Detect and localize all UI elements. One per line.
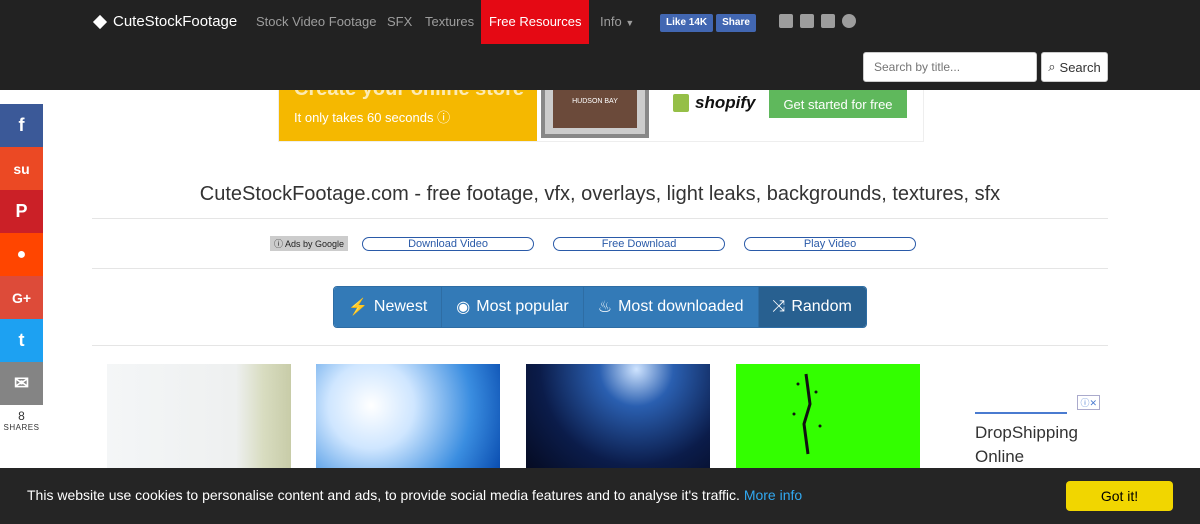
divider xyxy=(92,268,1108,269)
sort-newest-button[interactable]: ⚡ Newest xyxy=(334,287,443,327)
email-icon: ✉ xyxy=(13,373,30,393)
ads-by-google-label[interactable]: ⓘ Ads by Google xyxy=(270,236,349,251)
lightning-icon: ⚡ xyxy=(348,299,368,316)
ad-headline: Create your online store xyxy=(294,90,524,101)
sort-most-popular-button[interactable]: ◉ Most popular xyxy=(442,287,584,327)
nav-free-resources[interactable]: Free Resources xyxy=(481,0,590,44)
share-twitter-button[interactable]: t xyxy=(0,319,43,362)
social-links xyxy=(779,14,856,28)
nav-textures[interactable]: Textures xyxy=(425,0,474,44)
facebook-icon: f xyxy=(18,115,25,135)
caret-down-icon: ▼ xyxy=(625,18,635,28)
brand-name: CuteStockFootage xyxy=(113,13,238,30)
diamond-icon xyxy=(92,14,108,29)
share-count: 8 xyxy=(18,409,25,423)
search-button-label: Search xyxy=(1059,59,1101,75)
twitter-icon: t xyxy=(18,330,25,350)
share-stumbleupon-button[interactable]: su xyxy=(0,147,43,190)
magnifier-icon: ⌕ xyxy=(1048,59,1056,74)
pinterest-icon[interactable] xyxy=(842,14,856,28)
facebook-icon[interactable] xyxy=(779,14,793,28)
stumbleupon-icon: su xyxy=(13,160,30,177)
video-thumbnail[interactable] xyxy=(107,364,291,468)
nav-stock-video-footage[interactable]: Stock Video Footage xyxy=(256,0,376,44)
nav-info-label: Info xyxy=(600,14,622,29)
share-facebook-button[interactable]: f xyxy=(0,104,43,147)
video-thumbnail[interactable] xyxy=(736,364,920,468)
sort-most-downloaded-button[interactable]: ♨ Most downloaded xyxy=(583,287,759,327)
more-info-link[interactable]: More info xyxy=(744,487,802,503)
fb-like-button[interactable]: Like 14K xyxy=(660,14,714,32)
sort-random-label: Random xyxy=(791,298,852,315)
google-ad-links: ⓘ Ads by Google Download Video Free Down… xyxy=(270,236,935,251)
search-button[interactable]: ⌕ Search xyxy=(1041,52,1108,82)
ad-text: DropShipping Online xyxy=(975,423,1079,466)
particle-silhouette xyxy=(792,373,822,455)
eye-icon: ◉ xyxy=(456,299,471,316)
cookie-banner: This website use cookies to personalise … xyxy=(0,468,1200,524)
shopify-wordmark: shopify xyxy=(695,93,756,112)
dropshipping-ad[interactable]: ⓘ✕ DropShipping Online xyxy=(975,395,1100,469)
ad-subline: It only takes 60 seconds ⓘ xyxy=(294,110,451,125)
share-sidebar: f su P ● G+ t ✉ 8 SHARES xyxy=(0,104,43,432)
fire-icon: ♨ xyxy=(597,299,613,316)
laptop-screen-text: HUDSON BAY xyxy=(553,90,637,128)
page-title: CuteStockFootage.com - free footage, vfx… xyxy=(199,183,1001,205)
shopify-ad-banner[interactable]: Create your online store It only takes 6… xyxy=(278,90,924,142)
youtube-icon[interactable] xyxy=(800,14,814,28)
divider xyxy=(92,218,1108,219)
ad-close-icon[interactable]: ⓘ✕ xyxy=(1077,395,1100,410)
ad-link-play-video[interactable]: Play Video xyxy=(744,236,917,251)
ad-accent-line xyxy=(975,412,1067,414)
got-it-button[interactable]: Got it! xyxy=(1066,481,1173,511)
brand-logo[interactable]: CuteStockFootage xyxy=(92,13,238,30)
cookie-text-container: This website use cookies to personalise … xyxy=(27,487,802,503)
sort-most-popular-label: Most popular xyxy=(476,298,569,315)
sort-random-button[interactable]: ⤨ Random xyxy=(758,287,866,327)
nav-info-dropdown[interactable]: Info ▼ xyxy=(600,0,634,44)
cookie-message: This website use cookies to personalise … xyxy=(27,487,740,503)
shopping-bag-icon xyxy=(673,94,689,112)
sort-button-group: ⚡ Newest ◉ Most popular ♨ Most downloade… xyxy=(333,286,867,328)
share-label: SHARES xyxy=(3,423,40,432)
ad-link-download-video[interactable]: Download Video xyxy=(362,236,535,251)
pinterest-icon: P xyxy=(15,201,28,221)
laptop-image: HUDSON BAY xyxy=(541,90,649,138)
video-thumbnail[interactable] xyxy=(526,364,710,468)
share-pinterest-button[interactable]: P xyxy=(0,190,43,233)
reddit-icon: ● xyxy=(16,245,27,263)
divider xyxy=(92,345,1108,346)
shopify-logo: shopify xyxy=(673,90,755,116)
share-google-plus-button[interactable]: G+ xyxy=(0,276,43,319)
ad-yellow-panel: Create your online store It only takes 6… xyxy=(279,90,537,141)
search-input[interactable] xyxy=(863,52,1037,82)
ad-cta-button[interactable]: Get started for free xyxy=(769,90,907,118)
fb-share-button[interactable]: Share xyxy=(716,14,756,32)
sort-newest-label: Newest xyxy=(373,298,428,315)
facebook-like-widget: Like 14K Share xyxy=(660,14,756,32)
share-email-button[interactable]: ✉ xyxy=(0,362,43,405)
video-thumbnail[interactable] xyxy=(316,364,500,468)
twitter-icon[interactable] xyxy=(821,14,835,28)
ad-link-free-download[interactable]: Free Download xyxy=(553,236,726,251)
share-reddit-button[interactable]: ● xyxy=(0,233,43,276)
sort-most-downloaded-label: Most downloaded xyxy=(618,298,744,315)
google-plus-icon: G+ xyxy=(11,289,32,306)
shuffle-icon: ⤨ xyxy=(772,298,786,315)
nav-sfx[interactable]: SFX xyxy=(387,0,412,44)
top-navbar: CuteStockFootage Stock Video Footage SFX… xyxy=(0,0,1200,90)
